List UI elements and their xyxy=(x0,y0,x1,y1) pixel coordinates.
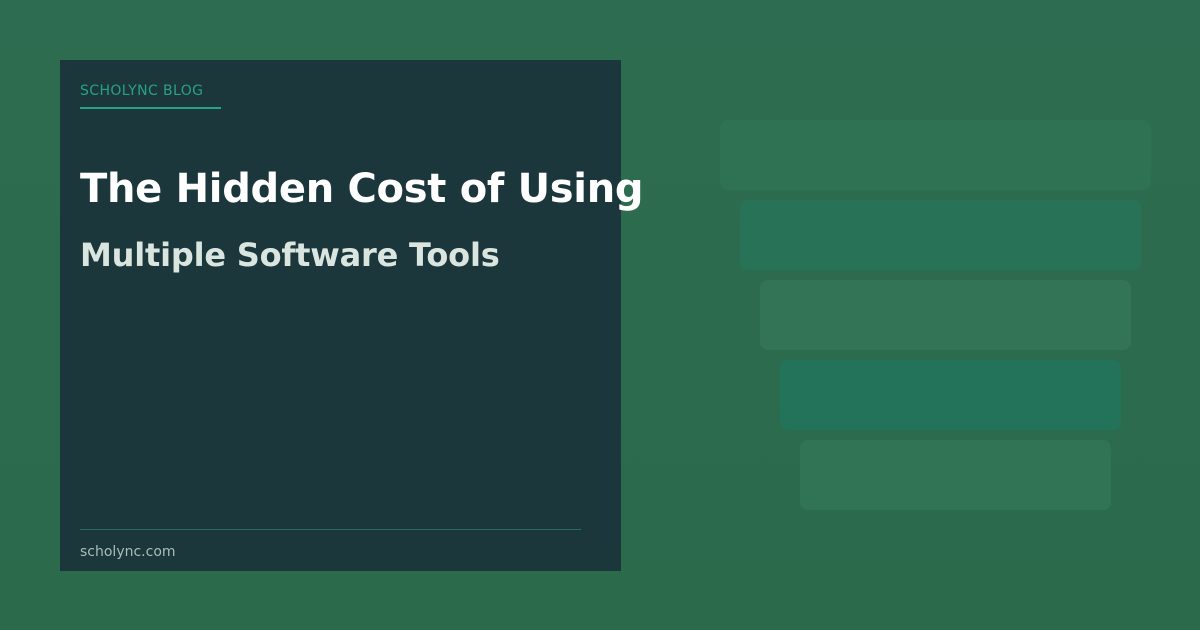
decorative-bar xyxy=(720,120,1151,190)
title-card: SCHOLYNC BLOG The Hidden Cost of Using M… xyxy=(60,60,644,571)
blog-label: SCHOLYNC BLOG xyxy=(80,83,204,99)
decorative-bar xyxy=(740,200,1141,270)
footer-divider xyxy=(80,529,581,530)
decorative-bar xyxy=(800,440,1111,510)
page-title: The Hidden Cost of Using xyxy=(80,166,644,212)
decorative-bar xyxy=(760,280,1131,350)
footer-url: scholync.com xyxy=(80,544,176,560)
blog-label-underline xyxy=(80,107,221,109)
page-subtitle: Multiple Software Tools xyxy=(80,236,500,274)
decorative-bar xyxy=(780,360,1121,430)
